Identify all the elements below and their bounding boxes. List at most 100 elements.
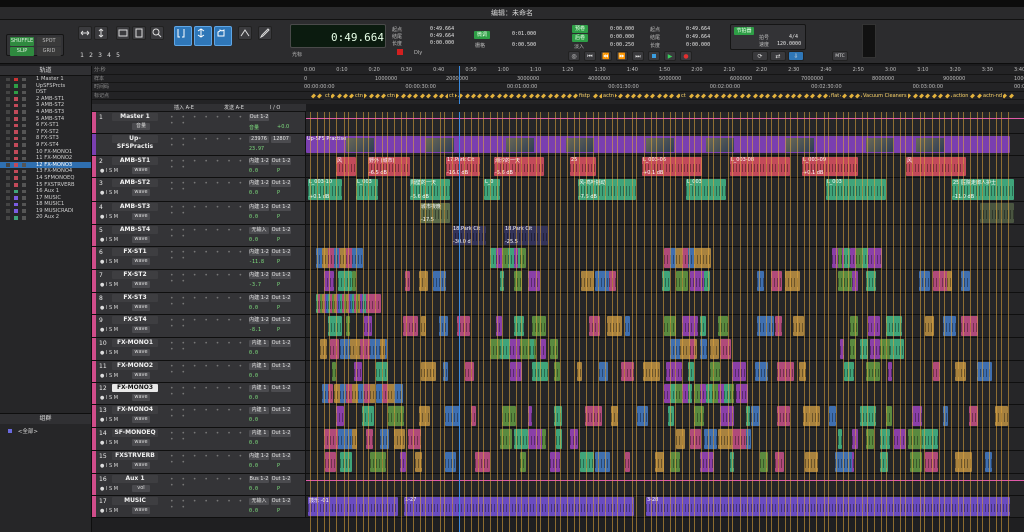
marker-icon[interactable] [848,93,854,99]
track-input-selector[interactable]: 内建 1 [249,385,269,392]
track-rsm-buttons[interactable]: ● I S M [100,327,118,333]
main-counter[interactable]: 0:49.664 [290,24,386,48]
marker-icon[interactable] [797,93,803,99]
marker-icon[interactable] [778,93,784,99]
audio-clip[interactable] [771,271,782,291]
track-list-item[interactable]: 19 MUSICRADI [0,208,91,215]
track-visibility-icon[interactable] [6,189,10,194]
track-view-selector[interactable]: wave [132,167,150,174]
audio-clip[interactable] [690,429,701,449]
track-output-selector[interactable]: Out 1-2 [271,249,291,256]
marker-label[interactable]: flat [830,91,841,101]
marker-icon[interactable] [810,93,816,99]
insert-slots[interactable]: • • • • • • • • • • [170,341,260,353]
track-header[interactable]: 7 FX-ST2 ● I S M wave • • • • • • • • • • 内建 … [92,270,306,292]
insert-slots[interactable]: • • • • • • • • • • [170,454,260,466]
marker-label[interactable]: actn [602,91,615,101]
marker-icon[interactable] [823,93,828,99]
track-pan[interactable]: P [277,237,280,243]
metronome-label[interactable]: 节拍器 [734,27,754,35]
track-input-selector[interactable]: 内建 1-2 [249,272,269,279]
pencil-tool-icon[interactable] [258,26,272,40]
track-view-selector[interactable]: wave [132,258,150,265]
nudge-value[interactable]: 0:01.000 [512,31,536,37]
track-view-selector[interactable]: wave [132,507,150,514]
marker-icon[interactable] [368,93,374,99]
marker-icon[interactable] [707,93,713,99]
track-visibility-icon[interactable] [6,209,10,213]
track-pan[interactable]: P [277,486,280,492]
zoom-preset-2[interactable]: 2 [87,51,95,60]
return-to-zero-icon[interactable]: ⏮ [584,51,596,61]
track-pan[interactable]: P [277,259,280,265]
track-volume[interactable]: 0.0 [249,305,258,311]
start-value[interactable]: 0:49.664 [430,26,454,32]
marker-label[interactable]: actn-nd [982,91,1004,101]
track-input-selector[interactable]: 内建 1-2 [249,158,269,165]
track-rsm-buttons[interactable]: ● I S M [100,305,118,311]
track-header[interactable]: 10 FX-MONO1 ● I S M wave • • • • • • • • • •… [92,338,306,360]
nudge-label[interactable]: 微调 [474,31,490,39]
audio-clip[interactable] [532,316,546,336]
audio-clip[interactable] [607,316,622,336]
track-view-selector[interactable]: wave [132,326,150,333]
group-all[interactable]: <全部> [0,424,91,435]
zoom-preset-5[interactable]: 5 [114,51,122,60]
insert-slots[interactable]: • • • • • • • • • • [170,250,260,262]
marker-icon[interactable] [432,93,438,99]
track-output-selector[interactable]: Out 1-2 [271,317,291,324]
marker-icon[interactable] [439,93,444,99]
track-volume[interactable]: -8.1 [249,327,261,333]
end-value[interactable]: 0:49.664 [430,33,454,39]
slip-mode-button[interactable]: SLIP [10,47,34,56]
track-header[interactable]: 9 FX-ST4 ● I S M wave • • • • • • • • • • 内建 … [92,315,306,337]
audio-clip[interactable]: 18.Park Cit -30.0 d [452,226,486,245]
marker-icon[interactable] [784,93,790,99]
track-output-selector[interactable]: Out 1-2 [271,158,291,165]
preroll-value[interactable]: 0:00.000 [610,26,634,32]
postroll-label[interactable]: 后卷 [572,34,588,42]
track-name[interactable]: Master 1 [112,113,158,121]
count-off-icon[interactable]: ⇄ [770,51,786,61]
marker-label[interactable]: action [952,91,970,101]
track-volume[interactable]: 音量 [249,124,259,131]
marker-icon[interactable] [317,93,323,99]
track-rsm-buttons[interactable]: ● I S M [100,463,118,469]
track-pan[interactable]: P [277,508,280,514]
insert-slots[interactable]: • • • • • • • • • • [170,228,260,240]
track-visibility-icon[interactable] [6,150,10,154]
track-header[interactable]: 11 FX-MONO2 ● I S M wave • • • • • • • • • •… [92,361,306,382]
track-output-selector[interactable]: Out 1-2 [271,180,291,187]
track-pan[interactable]: P [277,282,280,288]
marker-icon[interactable] [477,93,483,99]
track-volume[interactable]: 0.0 [249,168,258,174]
audio-clip[interactable] [955,362,966,381]
audio-clip[interactable] [421,362,436,381]
track-visibility-icon[interactable] [6,163,10,167]
track-header[interactable]: 14 SF-MONOEQ ● I S M wave • • • • • • • • • … [92,428,306,450]
insert-slots[interactable]: • • • • • • • • • • [170,386,260,398]
audio-clip[interactable] [668,406,674,426]
markers-ruler[interactable]: 标记点 ct ctn ctn ct fistp actn ct flat Vacuum Clea… [92,91,1024,101]
track-visibility-icon[interactable] [6,169,10,174]
marker-icon[interactable] [1008,93,1014,99]
insert-slots[interactable]: • • • • • • • • • • [170,477,260,489]
marker-icon[interactable] [618,93,624,99]
track-visibility-icon[interactable] [6,130,10,134]
zoom-preset-4[interactable]: 4 [105,51,113,60]
marker-icon[interactable] [426,93,432,99]
marker-icon[interactable] [515,93,521,99]
track-name[interactable]: FX-ST2 [112,271,158,279]
insert-slots[interactable]: • • • • • • • • • • [170,499,260,511]
track-name[interactable]: AMB-ST2 [112,179,158,187]
timecode-ruler[interactable]: 时间码 00:00:00:00 00:00:30:00 00:01:00:00 00:… [92,83,1024,92]
track-input-selector[interactable]: 无输入 [249,227,269,234]
insert-slots[interactable]: • • • • • • • • • • [170,364,260,376]
length-value[interactable]: 0:00.000 [430,40,454,46]
track-visibility-icon[interactable] [6,97,10,101]
track-rsm-buttons[interactable]: ● I S M [100,440,118,446]
track-list-item[interactable]: 11 FX-MONO2 [0,155,91,162]
selector-tool-icon[interactable] [194,26,212,46]
marker-icon[interactable] [496,93,502,99]
audio-clip[interactable] [408,429,421,449]
